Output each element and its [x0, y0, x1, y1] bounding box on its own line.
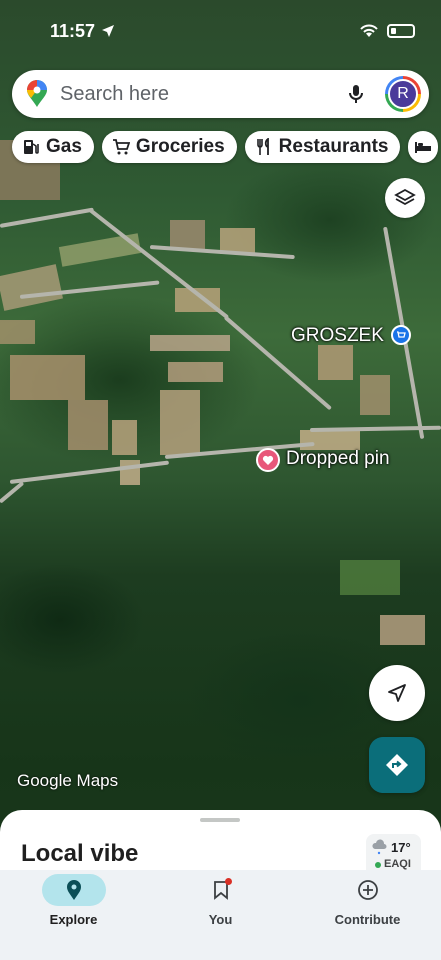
chip-label: Gas	[46, 136, 82, 157]
map-field	[112, 420, 137, 455]
fork-knife-icon	[256, 138, 269, 155]
directions-icon	[386, 754, 408, 776]
map-field	[160, 390, 200, 455]
sheet-grabber[interactable]	[200, 818, 240, 822]
search-input[interactable]: Search here	[60, 83, 345, 106]
map-field	[68, 400, 108, 450]
map-field	[0, 320, 35, 344]
layers-icon	[394, 188, 416, 206]
chip-label: Restaurants	[278, 136, 389, 157]
map-field	[318, 345, 353, 380]
nav-label: Explore	[49, 912, 98, 927]
directions-button[interactable]	[369, 737, 425, 793]
map-field	[10, 355, 85, 400]
place-label-dropped-pin[interactable]: Dropped pin	[286, 448, 390, 470]
place-label-groszek[interactable]: GROSZEK	[291, 325, 384, 347]
map-road	[88, 208, 230, 320]
air-quality-label: EAQI	[384, 858, 411, 870]
cart-icon	[112, 139, 130, 155]
nav-you[interactable]: You	[147, 870, 294, 960]
map-field	[360, 375, 390, 415]
status-time: 11:57	[50, 20, 96, 41]
category-chips: Gas Groceries Restaurants	[12, 131, 439, 163]
wifi-icon	[360, 24, 378, 37]
gas-station-icon	[24, 140, 39, 154]
map-field	[0, 264, 63, 311]
map-field	[150, 335, 230, 351]
avatar[interactable]: R	[385, 76, 421, 112]
battery-icon	[387, 24, 415, 38]
navigation-arrow-icon	[388, 684, 406, 702]
map-field	[170, 220, 205, 250]
chip-label: Groceries	[135, 136, 225, 157]
google-maps-logo-icon	[27, 80, 47, 107]
location-arrow-icon	[102, 25, 115, 37]
heart-pin-icon[interactable]	[256, 448, 280, 472]
map-field	[340, 560, 400, 595]
avatar-initial: R	[388, 79, 418, 109]
my-location-button[interactable]	[369, 665, 425, 721]
search-bar[interactable]: Search here R	[12, 70, 429, 118]
map-road	[0, 207, 94, 228]
bottom-navigation: Explore You Contribute	[0, 870, 441, 960]
nav-contribute[interactable]: Contribute	[294, 870, 441, 960]
chip-groceries[interactable]: Groceries	[101, 131, 237, 163]
google-maps-attribution: Google Maps	[17, 771, 119, 790]
chip-gas[interactable]: Gas	[12, 131, 94, 163]
cloud-rain-icon	[372, 839, 387, 855]
notification-dot	[224, 878, 232, 885]
layers-button[interactable]	[385, 178, 425, 218]
nav-label: Contribute	[334, 912, 401, 927]
map-road	[9, 460, 170, 484]
status-bar: 11:57	[0, 0, 441, 62]
map-road	[0, 481, 25, 504]
weather-temperature: 17°	[391, 840, 411, 855]
shopping-icon[interactable]	[391, 325, 411, 345]
bed-icon	[415, 142, 432, 153]
map-field	[300, 430, 360, 450]
plus-circle-icon	[357, 880, 378, 900]
sheet-title: Local vibe	[21, 840, 139, 867]
nav-explore[interactable]: Explore	[0, 870, 147, 960]
nav-label: You	[208, 912, 233, 927]
map-field	[380, 615, 425, 645]
chip-restaurants[interactable]: Restaurants	[244, 131, 401, 163]
air-quality-dot-icon	[375, 862, 381, 868]
map-field	[168, 362, 223, 382]
chip-hotels[interactable]	[408, 131, 439, 163]
microphone-icon[interactable]	[345, 83, 367, 105]
location-pin-icon	[66, 880, 81, 900]
